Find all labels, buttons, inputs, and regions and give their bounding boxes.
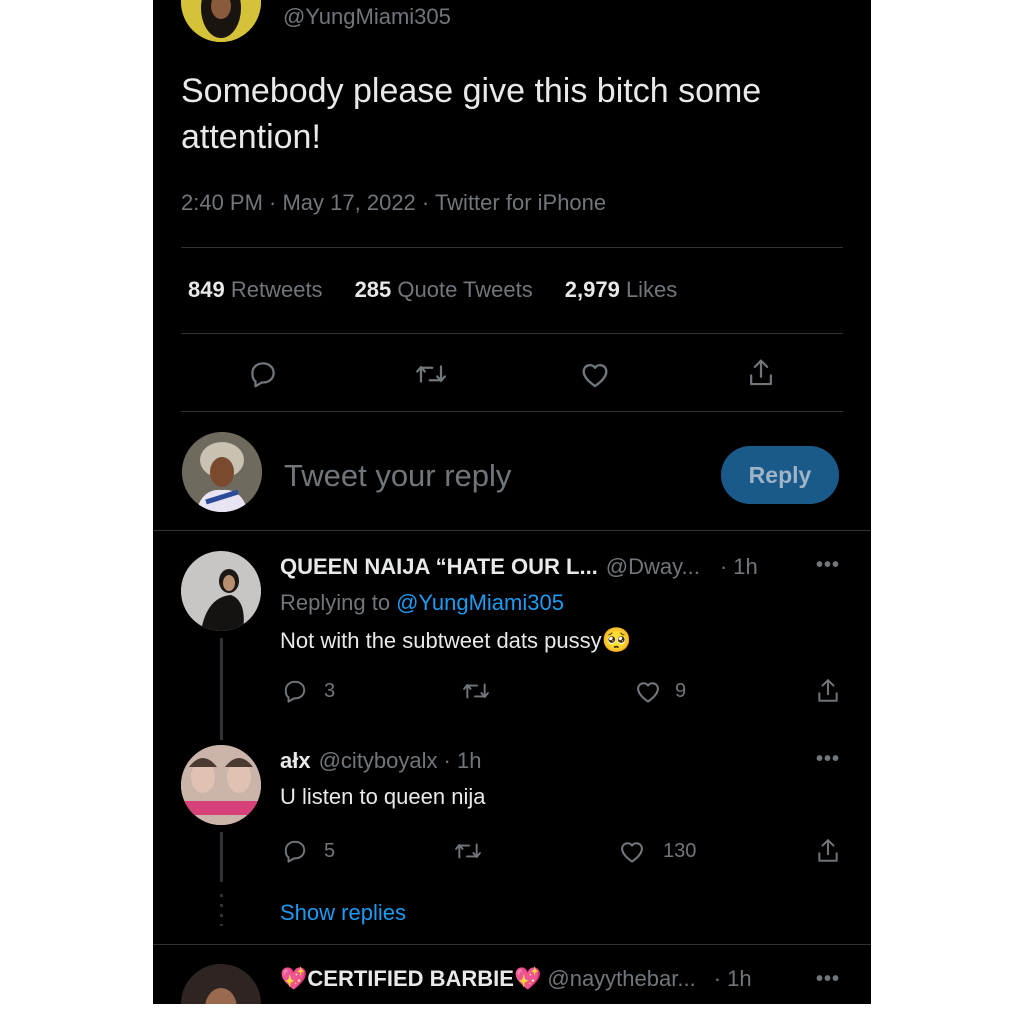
- likes-count: 2,979: [564, 277, 620, 302]
- reply-author-name[interactable]: QUEEN NAIJA “HATE OUR L...: [280, 554, 598, 580]
- reply-text: Not with the subtweet dats pussy 🥺: [280, 626, 632, 655]
- like-icon[interactable]: [617, 836, 647, 866]
- reply-text-body: Not with the subtweet dats pussy: [280, 627, 602, 653]
- reply-time: · 1h: [713, 966, 752, 991]
- divider: [153, 944, 871, 945]
- quotes-label: Quote Tweets: [397, 277, 533, 302]
- author-handle[interactable]: @YungMiami305: [283, 4, 451, 30]
- likes-label: Likes: [625, 277, 678, 302]
- more-options-icon[interactable]: •••: [816, 554, 840, 577]
- reply-icon[interactable]: [245, 356, 281, 392]
- my-avatar[interactable]: [182, 432, 262, 512]
- quotes-stat[interactable]: 285 Quote Tweets: [355, 277, 533, 303]
- like-count: 130: [663, 839, 697, 862]
- reply-button[interactable]: Reply: [721, 446, 839, 504]
- thread-line: [220, 638, 223, 740]
- thread-dots: [220, 894, 223, 926]
- retweets-label: Retweets: [230, 277, 323, 302]
- retweets-stat[interactable]: 849 Retweets: [188, 277, 323, 303]
- reply-header: QUEEN NAIJA “HATE OUR L... @Dway... · 1h: [280, 554, 758, 580]
- sparkling-heart-emoji: 💖: [280, 966, 308, 991]
- tweet-text: Somebody please give this bitch some att…: [181, 72, 762, 156]
- show-replies-link[interactable]: Show replies: [280, 900, 406, 926]
- reply-author-handle[interactable]: @cityboyalx: [319, 748, 438, 774]
- thread-line: [220, 832, 223, 882]
- divider: [181, 333, 843, 334]
- reply-author-handle[interactable]: @nayythebar...: [547, 966, 695, 992]
- reply-count: 3: [324, 679, 336, 702]
- reply-icon[interactable]: [280, 676, 310, 706]
- replying-to: Replying to @YungMiami305: [280, 590, 564, 616]
- share-icon[interactable]: [813, 674, 843, 708]
- reply-author-name[interactable]: ałx: [280, 748, 311, 774]
- divider: [153, 530, 871, 531]
- pleading-face-emoji: 🥺: [601, 627, 632, 654]
- reply-actions: 5: [280, 836, 335, 866]
- more-options-icon[interactable]: •••: [816, 968, 840, 991]
- reply-time: · 1h: [719, 554, 758, 579]
- replying-to-handle[interactable]: @YungMiami305: [396, 590, 564, 616]
- replying-to-label: Replying to: [280, 590, 391, 615]
- tweet-metadata: 2:40 PM · May 17, 2022 · Twitter for iPh…: [181, 190, 607, 215]
- divider: [181, 247, 843, 248]
- retweets-count: 849: [188, 277, 225, 302]
- quotes-count: 285: [354, 277, 392, 302]
- like-action: 130: [617, 836, 696, 866]
- reply-header: 💖 CERTIFIED BARBIE 💖 @nayythebar... · 1h: [280, 966, 752, 992]
- retweet-icon[interactable]: [451, 836, 485, 866]
- retweet-icon[interactable]: [459, 676, 493, 706]
- retweet-icon[interactable]: [411, 356, 451, 392]
- tweet-thread-screen: @YungMiami305 Somebody please give this …: [153, 0, 871, 1024]
- reply-avatar[interactable]: [181, 745, 261, 825]
- author-avatar[interactable]: [181, 0, 261, 42]
- reply-text: U listen to queen nija: [280, 784, 486, 809]
- reply-time: · 1h: [443, 748, 482, 773]
- share-icon[interactable]: [813, 834, 843, 868]
- bottom-edge: [153, 1004, 871, 1024]
- more-options-icon[interactable]: •••: [816, 748, 840, 771]
- like-icon[interactable]: [633, 676, 663, 706]
- reply-count: 5: [324, 839, 336, 862]
- reply-actions: 3: [280, 676, 335, 706]
- reply-icon[interactable]: [280, 836, 310, 866]
- like-count: 9: [675, 679, 687, 702]
- reply-input[interactable]: Tweet your reply: [284, 458, 511, 494]
- reply-avatar[interactable]: [181, 551, 261, 631]
- like-action: 9: [633, 676, 686, 706]
- like-icon[interactable]: [577, 356, 613, 392]
- reply-author-handle[interactable]: @Dway...: [606, 554, 700, 580]
- divider: [181, 411, 843, 412]
- likes-stat[interactable]: 2,979 Likes: [565, 277, 678, 303]
- reply-header: ałx @cityboyalx · 1h: [280, 748, 481, 774]
- tweet-stats: 849 Retweets 285 Quote Tweets 2,979 Like…: [188, 277, 677, 303]
- sparkling-heart-emoji: 💖: [513, 966, 542, 991]
- share-icon[interactable]: [743, 354, 779, 392]
- reply-author-name[interactable]: CERTIFIED BARBIE: [307, 966, 514, 992]
